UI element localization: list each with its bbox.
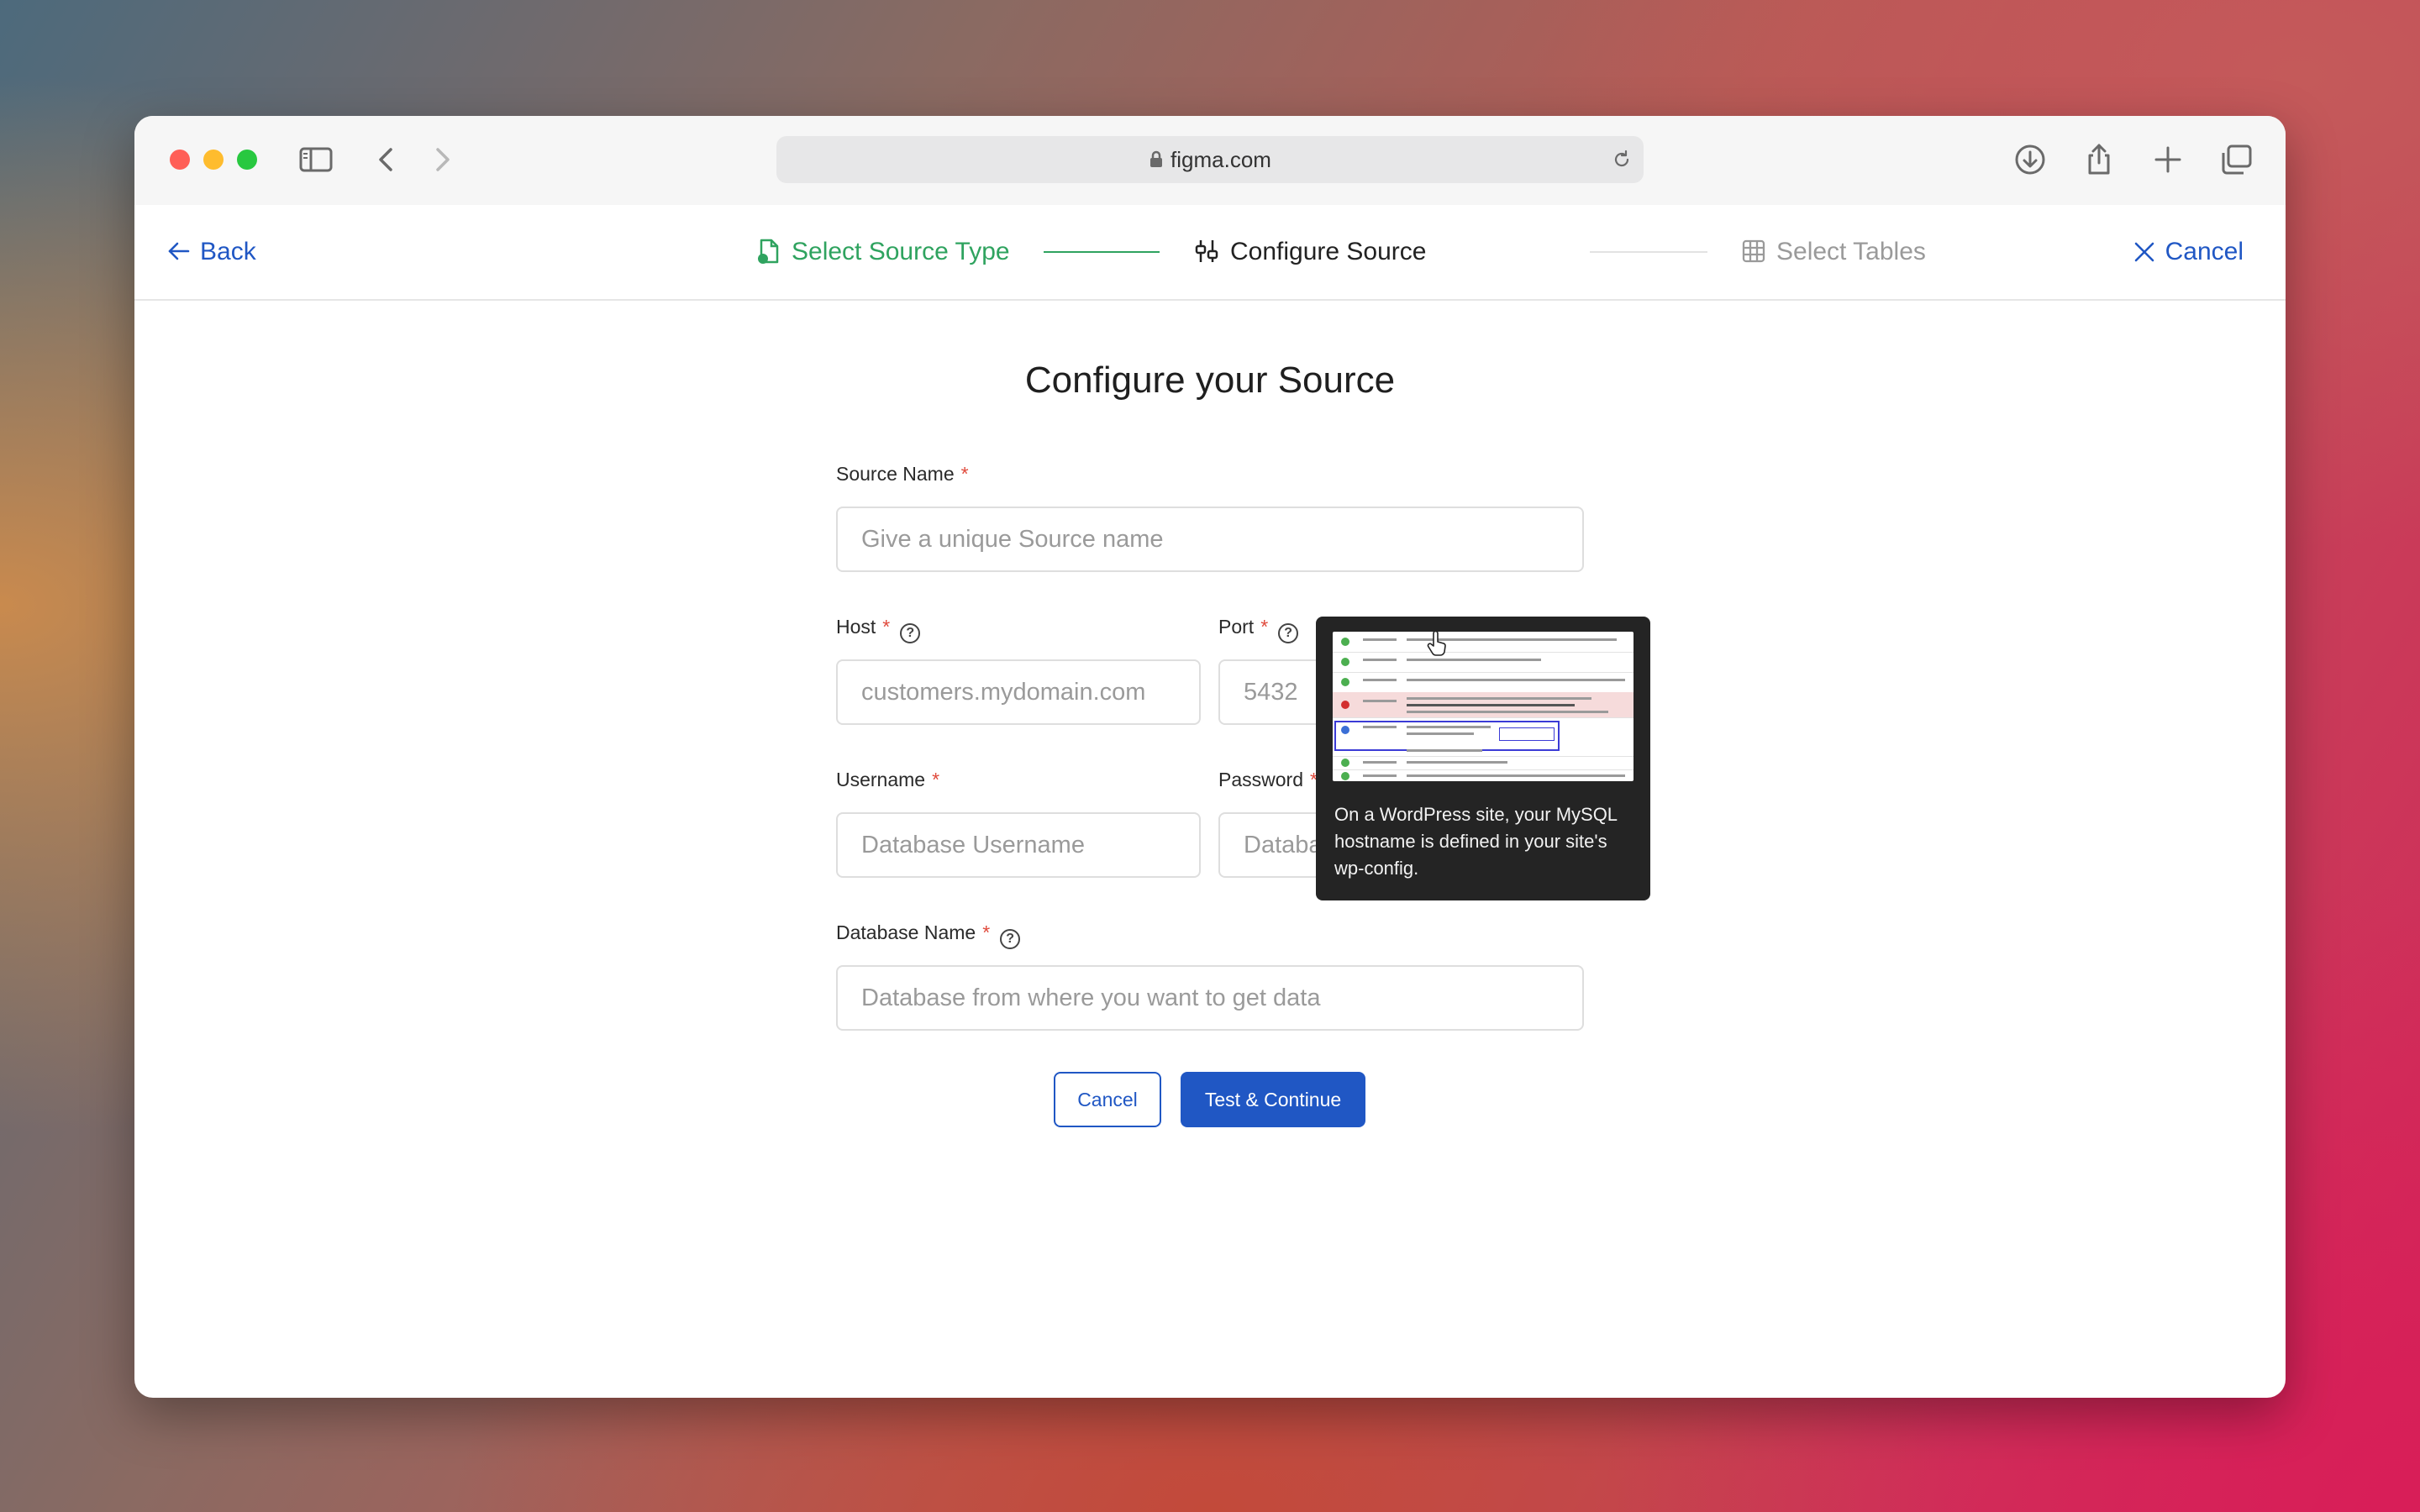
tab-overview-icon[interactable] — [2220, 143, 2254, 176]
preview-line — [1363, 638, 1397, 641]
preview-row — [1333, 672, 1634, 693]
test-continue-button[interactable]: Test & Continue — [1181, 1072, 1365, 1127]
preview-line — [1407, 726, 1491, 728]
required-marker: * — [932, 769, 940, 790]
preview-line — [1407, 774, 1625, 777]
preview-line — [1363, 679, 1397, 681]
info-icon — [1341, 726, 1349, 734]
back-arrow-icon[interactable] — [370, 143, 403, 176]
check-icon — [1341, 678, 1349, 686]
step-connector-pending — [1590, 251, 1707, 253]
preview-row — [1333, 756, 1634, 770]
download-icon[interactable] — [2013, 143, 2047, 176]
host-help-icon[interactable]: ? — [900, 623, 921, 643]
hand-pointer-icon — [1427, 632, 1446, 656]
host-label-text: Host — [836, 616, 876, 638]
step-select-tables[interactable]: Select Tables — [1741, 205, 1926, 299]
help-tooltip: On a WordPress site, your MySQL hostname… — [1316, 617, 1650, 900]
share-icon[interactable] — [2082, 143, 2116, 176]
source-name-label: Source Name * — [836, 463, 969, 486]
cancel-link[interactable]: Cancel — [2133, 205, 2244, 299]
database-name-label: Database Name *? — [836, 921, 1021, 949]
preview-line — [1363, 700, 1397, 702]
table-icon — [1742, 239, 1765, 263]
host-label: Host *? — [836, 616, 921, 643]
page-title: Configure your Source — [1024, 360, 1396, 401]
username-label-text: Username — [836, 769, 926, 790]
step-3-label: Select Tables — [1776, 238, 1926, 265]
reload-icon[interactable] — [1612, 150, 1632, 170]
new-tab-icon[interactable] — [2151, 143, 2185, 176]
url-text: figma.com — [1171, 147, 1271, 172]
minimize-window-button[interactable] — [203, 150, 224, 170]
forward-arrow-icon[interactable] — [425, 143, 459, 176]
sidebar-icon[interactable] — [299, 143, 333, 176]
preview-line — [1363, 726, 1397, 728]
host-input[interactable] — [836, 659, 1201, 725]
source-name-input[interactable] — [836, 507, 1584, 572]
preview-row — [1333, 652, 1634, 673]
sliders-icon — [1195, 240, 1218, 262]
cancel-label: Cancel — [2165, 238, 2244, 265]
check-icon — [1341, 772, 1349, 780]
preview-ip-box — [1499, 727, 1555, 741]
preview-line — [1407, 704, 1575, 706]
username-label: Username * — [836, 769, 939, 791]
preview-line — [1363, 761, 1397, 764]
lock-icon — [1150, 150, 1163, 167]
database-name-help-icon[interactable]: ? — [1000, 929, 1021, 949]
database-name-input[interactable] — [836, 965, 1584, 1031]
back-link[interactable]: Back — [166, 205, 256, 299]
required-marker: * — [882, 616, 891, 638]
preview-line — [1407, 749, 1482, 752]
preview-line — [1407, 697, 1591, 700]
source-name-label-text: Source Name — [836, 463, 955, 485]
check-icon — [1341, 638, 1349, 646]
database-name-label-text: Database Name — [836, 921, 976, 943]
tooltip-preview-image — [1333, 632, 1634, 781]
tooltip-text: On a WordPress site, your MySQL hostname… — [1334, 804, 1618, 879]
address-bar-url: figma.com — [776, 136, 1644, 183]
zoom-window-button[interactable] — [237, 150, 257, 170]
preview-line — [1407, 659, 1541, 661]
preview-row — [1333, 632, 1634, 653]
preview-row — [1333, 717, 1634, 757]
preview-line — [1407, 732, 1474, 735]
arrow-left-icon — [168, 242, 190, 260]
address-bar[interactable]: figma.com — [776, 136, 1644, 183]
back-label: Back — [200, 238, 256, 265]
preview-line — [1407, 679, 1625, 681]
form-cancel-button[interactable]: Cancel — [1054, 1072, 1161, 1127]
required-marker: * — [960, 463, 969, 485]
browser-window: figma.com Back Select Source Type Config… — [134, 116, 2286, 1398]
document-source-icon — [758, 239, 779, 264]
required-marker: * — [1260, 616, 1269, 638]
username-input[interactable] — [836, 812, 1201, 878]
close-window-button[interactable] — [170, 150, 190, 170]
password-label: Password * — [1218, 769, 1318, 791]
password-label-text: Password — [1218, 769, 1303, 790]
check-icon — [1341, 658, 1349, 666]
wizard-header: Back Select Source Type Configure Source — [134, 205, 2286, 301]
close-icon — [2134, 242, 2154, 262]
preview-line — [1407, 761, 1507, 764]
preview-line — [1363, 659, 1397, 661]
step-configure-source[interactable]: Configure Source — [1193, 205, 1426, 299]
step-2-label: Configure Source — [1230, 238, 1427, 265]
port-label: Port *? — [1218, 616, 1299, 643]
step-select-source-type[interactable]: Select Source Type — [756, 205, 1010, 299]
preview-line — [1363, 774, 1397, 777]
preview-row — [1333, 769, 1634, 781]
preview-line — [1407, 711, 1608, 713]
step-1-label: Select Source Type — [792, 238, 1010, 265]
browser-toolbar: figma.com — [134, 116, 2286, 207]
preview-row-error — [1333, 692, 1634, 718]
step-connector-complete — [1044, 251, 1160, 253]
port-label-text: Port — [1218, 616, 1255, 638]
required-marker: * — [982, 921, 991, 943]
port-help-icon[interactable]: ? — [1278, 623, 1299, 643]
error-icon — [1341, 701, 1349, 709]
check-icon — [1341, 759, 1349, 767]
